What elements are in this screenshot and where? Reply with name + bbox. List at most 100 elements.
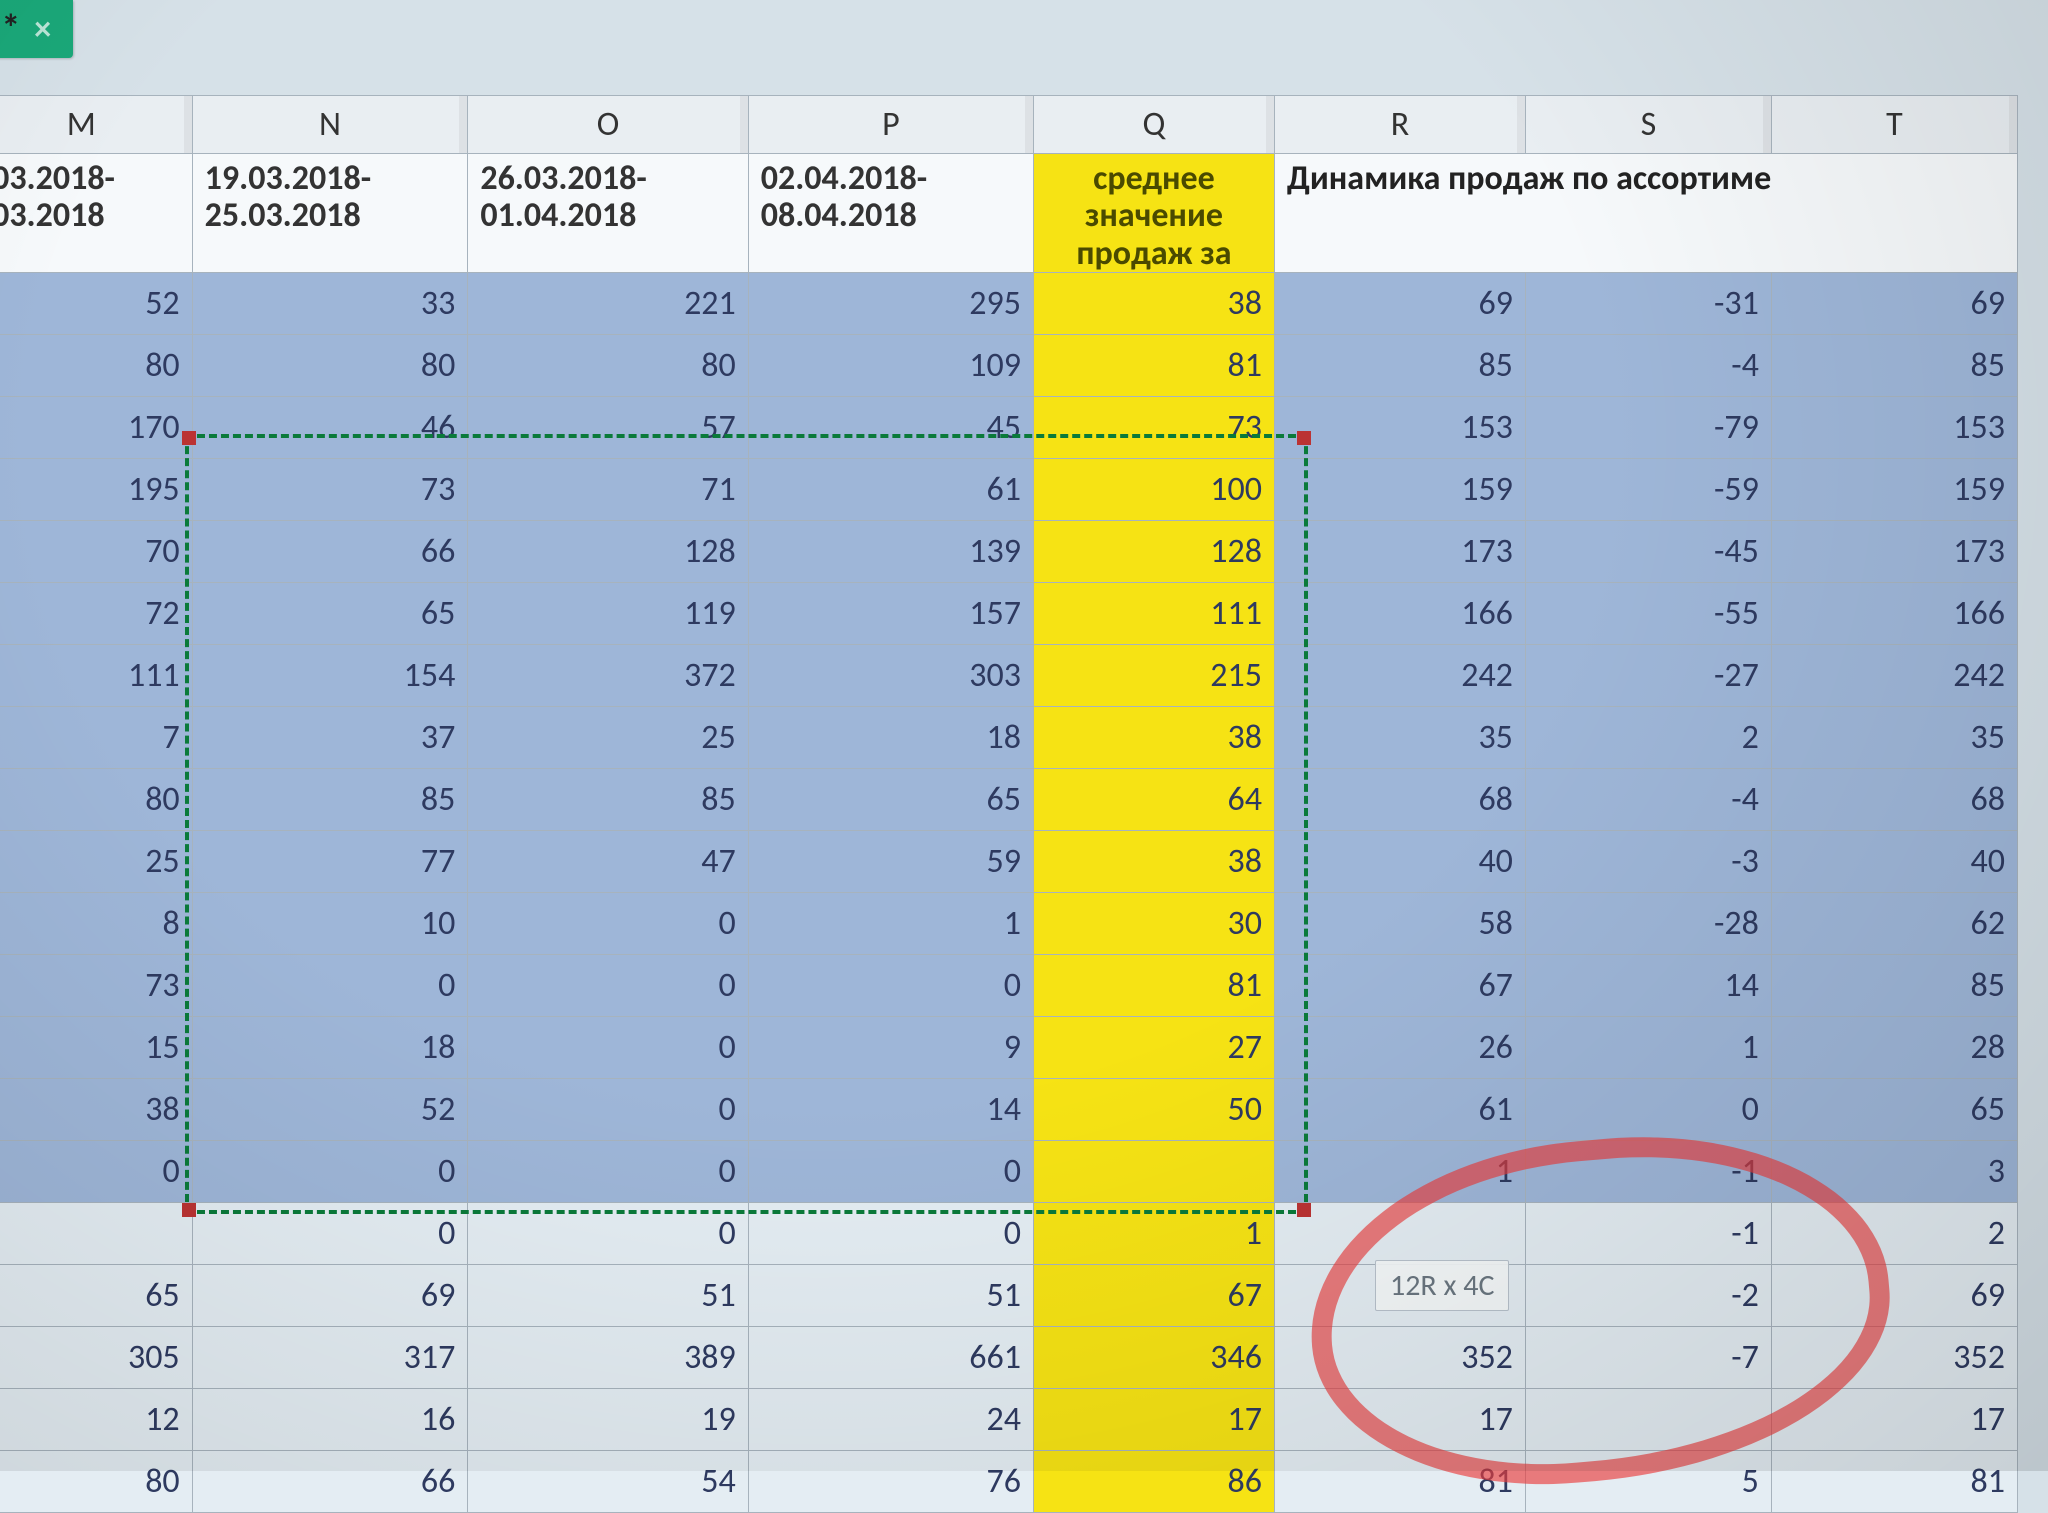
- cell-O[interactable]: 57: [468, 397, 748, 459]
- cell-T[interactable]: 352: [1771, 1327, 2017, 1389]
- cell-Q[interactable]: 128: [1033, 521, 1274, 583]
- cell-P[interactable]: 61: [748, 459, 1033, 521]
- cell-N[interactable]: 37: [192, 707, 468, 769]
- cell-R[interactable]: 61: [1274, 1079, 1525, 1141]
- cell-M[interactable]: 80: [0, 769, 192, 831]
- cell-O[interactable]: 0: [468, 1017, 748, 1079]
- cell-S[interactable]: 14: [1525, 955, 1771, 1017]
- cell-M[interactable]: 80: [0, 1451, 192, 1513]
- cell-Q[interactable]: 73: [1033, 397, 1274, 459]
- col-header-R[interactable]: R: [1274, 96, 1525, 154]
- hdr-O[interactable]: 26.03.2018- 01.04.2018: [468, 154, 748, 273]
- cell-P[interactable]: 51: [748, 1265, 1033, 1327]
- cell-M[interactable]: 70: [0, 521, 192, 583]
- cell-S[interactable]: 0: [1525, 1079, 1771, 1141]
- cell-M[interactable]: 170: [0, 397, 192, 459]
- cell-N[interactable]: 65: [192, 583, 468, 645]
- cell-P[interactable]: 0: [748, 955, 1033, 1017]
- cell-Q[interactable]: 111: [1033, 583, 1274, 645]
- cell-M[interactable]: [0, 1203, 192, 1265]
- cell-T[interactable]: 159: [1771, 459, 2017, 521]
- cell-T[interactable]: 81: [1771, 1451, 2017, 1513]
- cell-T[interactable]: 69: [1771, 1265, 2017, 1327]
- cell-R[interactable]: 68: [1274, 769, 1525, 831]
- cell-M[interactable]: 8: [0, 893, 192, 955]
- cell-N[interactable]: 33: [192, 273, 468, 335]
- cell-S[interactable]: -1: [1525, 1141, 1771, 1203]
- cell-Q[interactable]: 50: [1033, 1079, 1274, 1141]
- cell-R[interactable]: 35: [1274, 707, 1525, 769]
- cell-S[interactable]: -31: [1525, 273, 1771, 335]
- cell-O[interactable]: 0: [468, 1203, 748, 1265]
- cell-N[interactable]: 73: [192, 459, 468, 521]
- cell-N[interactable]: 317: [192, 1327, 468, 1389]
- cell-O[interactable]: 71: [468, 459, 748, 521]
- cell-Q[interactable]: 30: [1033, 893, 1274, 955]
- cell-T[interactable]: 3: [1771, 1141, 2017, 1203]
- cell-T[interactable]: 65: [1771, 1079, 2017, 1141]
- cell-O[interactable]: 0: [468, 1141, 748, 1203]
- cell-T[interactable]: 166: [1771, 583, 2017, 645]
- cell-P[interactable]: 45: [748, 397, 1033, 459]
- cell-Q[interactable]: 81: [1033, 335, 1274, 397]
- col-resize-handle[interactable]: [1763, 96, 1771, 153]
- cell-T[interactable]: 40: [1771, 831, 2017, 893]
- cell-Q[interactable]: 67: [1033, 1265, 1274, 1327]
- cell-T[interactable]: 62: [1771, 893, 2017, 955]
- cell-S[interactable]: 2: [1525, 707, 1771, 769]
- col-header-T[interactable]: T: [1771, 96, 2017, 154]
- hdr-P[interactable]: 02.04.2018- 08.04.2018: [748, 154, 1033, 273]
- col-resize-handle[interactable]: [459, 96, 467, 153]
- cell-S[interactable]: -79: [1525, 397, 1771, 459]
- cell-M[interactable]: 305: [0, 1327, 192, 1389]
- cell-M[interactable]: 0: [0, 1141, 192, 1203]
- cell-Q[interactable]: [1033, 1141, 1274, 1203]
- cell-R[interactable]: 159: [1274, 459, 1525, 521]
- cell-P[interactable]: 303: [748, 645, 1033, 707]
- cell-Q[interactable]: 215: [1033, 645, 1274, 707]
- col-header-Q[interactable]: Q: [1033, 96, 1274, 154]
- cell-O[interactable]: 221: [468, 273, 748, 335]
- cell-M[interactable]: 25: [0, 831, 192, 893]
- hdr-RST[interactable]: Динамика продаж по ассортиме: [1274, 154, 2017, 273]
- cell-P[interactable]: 109: [748, 335, 1033, 397]
- cell-R[interactable]: 26: [1274, 1017, 1525, 1079]
- cell-Q[interactable]: 346: [1033, 1327, 1274, 1389]
- cell-M[interactable]: 111: [0, 645, 192, 707]
- cell-P[interactable]: 65: [748, 769, 1033, 831]
- cell-O[interactable]: 372: [468, 645, 748, 707]
- cell-P[interactable]: 0: [748, 1203, 1033, 1265]
- cell-P[interactable]: 139: [748, 521, 1033, 583]
- cell-R[interactable]: 17: [1274, 1389, 1525, 1451]
- cell-P[interactable]: 18: [748, 707, 1033, 769]
- cell-T[interactable]: 28: [1771, 1017, 2017, 1079]
- cell-N[interactable]: 154: [192, 645, 468, 707]
- cell-M[interactable]: 12: [0, 1389, 192, 1451]
- col-header-O[interactable]: O: [468, 96, 748, 154]
- cell-Q[interactable]: 17: [1033, 1389, 1274, 1451]
- cell-N[interactable]: 66: [192, 521, 468, 583]
- cell-O[interactable]: 119: [468, 583, 748, 645]
- cell-R[interactable]: 173: [1274, 521, 1525, 583]
- cell-S[interactable]: -1: [1525, 1203, 1771, 1265]
- cell-T[interactable]: 69: [1771, 273, 2017, 335]
- cell-T[interactable]: 85: [1771, 955, 2017, 1017]
- cell-N[interactable]: 18: [192, 1017, 468, 1079]
- cell-R[interactable]: 67: [1274, 955, 1525, 1017]
- cell-P[interactable]: 76: [748, 1451, 1033, 1513]
- cell-Q[interactable]: 38: [1033, 273, 1274, 335]
- cell-S[interactable]: -7: [1525, 1327, 1771, 1389]
- close-icon[interactable]: ×: [34, 9, 51, 50]
- hdr-Q[interactable]: среднее значение продаж за: [1033, 154, 1274, 273]
- cell-N[interactable]: 80: [192, 335, 468, 397]
- cell-S[interactable]: -27: [1525, 645, 1771, 707]
- col-resize-handle[interactable]: [1025, 96, 1033, 153]
- cell-S[interactable]: -3: [1525, 831, 1771, 893]
- cell-S[interactable]: -55: [1525, 583, 1771, 645]
- cell-O[interactable]: 51: [468, 1265, 748, 1327]
- cell-N[interactable]: 66: [192, 1451, 468, 1513]
- cell-Q[interactable]: 27: [1033, 1017, 1274, 1079]
- cell-P[interactable]: 1: [748, 893, 1033, 955]
- cell-N[interactable]: 85: [192, 769, 468, 831]
- cell-N[interactable]: 0: [192, 1203, 468, 1265]
